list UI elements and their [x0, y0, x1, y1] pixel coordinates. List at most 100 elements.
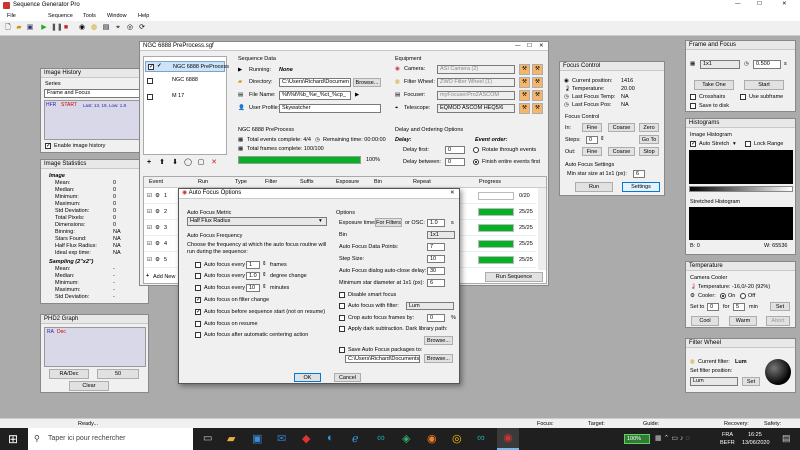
new-icon[interactable]: 🗋 — [4, 24, 12, 32]
frames-input[interactable]: 1 — [246, 261, 260, 269]
add-target-icon[interactable]: + — [145, 159, 153, 167]
maximize-icon[interactable]: ☐ — [527, 43, 532, 50]
column-header[interactable]: Suffix — [300, 179, 314, 186]
scale-button[interactable]: 50 — [97, 369, 139, 379]
save-path-input[interactable]: C:\Users\Richard\Documents — [345, 355, 420, 363]
stop-icon[interactable]: ■ — [62, 24, 70, 32]
filename-input[interactable]: %f\%t\%b_%e_%ct_%cp_ — [279, 91, 351, 100]
filterwheel-select[interactable]: ZWO Filter Wheel (1) — [437, 78, 515, 87]
focuser-connect-icon[interactable]: ⚒ — [519, 90, 530, 101]
camera-settings-icon[interactable]: ⚒ — [532, 64, 543, 75]
min-star-input[interactable]: 6 — [633, 170, 645, 178]
chrome-icon[interactable]: ◎ — [452, 432, 462, 445]
subframe-checkbox[interactable] — [740, 94, 746, 100]
guider-icon[interactable]: ◎ — [126, 24, 134, 32]
filter-connect-icon[interactable]: ⚒ — [519, 77, 530, 88]
menu-window[interactable]: Window — [107, 13, 127, 20]
off-radio[interactable] — [740, 293, 746, 299]
column-header[interactable]: Type — [235, 179, 247, 186]
in-fine-button[interactable]: Fine — [582, 123, 602, 132]
maximize-icon[interactable]: ☐ — [757, 1, 762, 8]
smart-focus-checkbox[interactable] — [339, 292, 345, 298]
target-checkbox[interactable]: ✓ — [148, 64, 154, 70]
notifications-icon[interactable]: ▤ — [782, 433, 791, 444]
save-browse-button[interactable]: Browse... — [424, 354, 453, 363]
menu-sequence[interactable]: Sequence — [48, 13, 73, 20]
open-icon[interactable]: ▰ — [15, 24, 23, 32]
firefox-icon[interactable]: ◉ — [427, 432, 437, 445]
finish-radio[interactable] — [473, 159, 479, 165]
scrollbar[interactable] — [538, 188, 546, 270]
filter-change-checkbox[interactable]: ✓ — [195, 297, 201, 303]
save-disk-checkbox[interactable] — [690, 103, 696, 109]
menu-file[interactable]: File — [7, 13, 16, 20]
steps-input[interactable]: 0 — [586, 136, 598, 144]
histogram-slider[interactable] — [689, 186, 793, 192]
app-icon[interactable]: ◆ — [302, 432, 310, 445]
goto-button[interactable]: Go To — [639, 135, 659, 144]
set-to-input[interactable]: 0 — [707, 303, 719, 311]
rotator-icon[interactable]: ⟳ — [138, 24, 146, 32]
min-star-input[interactable]: 6 — [427, 279, 445, 287]
delay-first-input[interactable]: 0 — [445, 146, 465, 154]
column-header[interactable]: Event — [149, 179, 163, 186]
on-resume-checkbox[interactable] — [195, 321, 201, 327]
spinner-icon[interactable]: ⇕ — [262, 261, 267, 268]
app2-icon[interactable]: ◈ — [402, 432, 410, 445]
ie-icon[interactable]: ℯ — [352, 432, 359, 445]
edge-icon[interactable]: ◐ — [327, 432, 334, 444]
dark-browse-button[interactable]: Browse... — [424, 336, 453, 345]
radec-button[interactable]: RA/Dec — [49, 369, 89, 379]
abort-button[interactable]: Abort — [766, 316, 790, 326]
camera-connect-icon[interactable]: ⚒ — [519, 64, 530, 75]
lock-range-checkbox[interactable] — [745, 141, 751, 147]
windows-start-icon[interactable]: ⊞ — [8, 433, 20, 445]
expand-icon[interactable]: ▶ — [355, 92, 359, 99]
exposure-input[interactable]: 1.0 — [427, 219, 445, 227]
zero-button[interactable]: Zero — [639, 123, 659, 132]
filter-position-select[interactable]: Lum — [690, 377, 738, 386]
out-coarse-button[interactable]: Coarse — [608, 147, 635, 156]
column-header[interactable]: Bin — [374, 179, 382, 186]
minutes-input[interactable]: 10 — [246, 284, 260, 292]
rotate-radio[interactable] — [473, 147, 479, 153]
square-icon[interactable]: ▢ — [197, 159, 205, 167]
explorer-icon[interactable]: ▰ — [227, 432, 235, 445]
close-icon[interactable]: ✕ — [782, 1, 787, 8]
taskbar-search[interactable]: ⚲ Taper ici pour rechercher — [28, 428, 193, 450]
close-icon[interactable]: ✕ — [539, 43, 544, 50]
event-checkbox-icon[interactable]: ☑ — [147, 209, 152, 216]
up-icon[interactable]: ⬆ — [158, 159, 166, 167]
metric-select[interactable]: Half Flux Radius — [187, 217, 327, 226]
target-checkbox[interactable] — [147, 94, 153, 100]
target-checkbox[interactable] — [147, 78, 153, 84]
event-checkbox-icon[interactable]: ☑ — [147, 241, 152, 248]
dark-checkbox[interactable] — [339, 326, 345, 332]
tray-icons[interactable]: ▦ ⌃ ▭ ♪ ◌ — [655, 434, 690, 442]
telescope-connect-icon[interactable]: ⚒ — [519, 103, 530, 114]
mail-icon[interactable]: ✉ — [277, 432, 286, 445]
out-fine-button[interactable]: Fine — [582, 147, 602, 156]
filter-select[interactable]: Lum — [406, 302, 454, 310]
event-checkbox-icon[interactable]: ☑ — [147, 193, 152, 200]
save-icon[interactable]: ▣ — [26, 24, 34, 32]
event-checkbox-icon[interactable]: ☑ — [147, 257, 152, 264]
telescope-select[interactable]: EQMOD ASCOM HEQ5/6 — [437, 104, 515, 113]
gear-icon[interactable]: ⚙ — [155, 225, 160, 232]
auto-close-input[interactable]: 30 — [427, 267, 445, 275]
start-button[interactable]: Start — [744, 80, 784, 90]
after-centering-checkbox[interactable] — [195, 332, 201, 338]
spinner-icon[interactable]: ⇕ — [262, 272, 267, 279]
circle-icon[interactable]: ◯ — [184, 159, 192, 167]
with-filter-checkbox[interactable] — [339, 303, 345, 309]
camera-select[interactable]: ASI Camera (2) — [437, 65, 515, 74]
enable-history-checkbox[interactable]: ✓ — [45, 143, 51, 149]
column-header[interactable]: Run — [198, 179, 208, 186]
column-header[interactable]: Progress — [479, 179, 501, 186]
set-filter-button[interactable]: Set — [742, 377, 760, 386]
exposure-input[interactable]: 0.500 — [753, 60, 781, 69]
menu-help[interactable]: Help — [138, 13, 149, 20]
focuser-settings-icon[interactable]: ⚒ — [532, 90, 543, 101]
in-coarse-button[interactable]: Coarse — [608, 123, 635, 132]
auto-stretch-checkbox[interactable]: ✓ — [690, 141, 696, 147]
